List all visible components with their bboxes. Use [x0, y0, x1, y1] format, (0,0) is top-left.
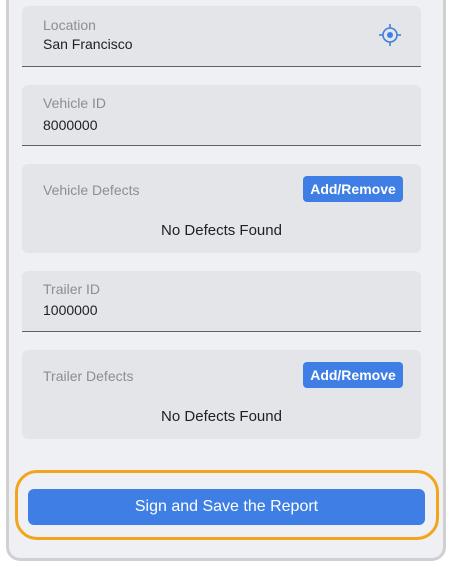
location-value: San Francisco [43, 36, 133, 52]
vehicle-id-value: 8000000 [43, 117, 98, 133]
vehicle-defects-add-remove-button[interactable]: Add/Remove [303, 176, 403, 202]
trailer-defects-add-remove-button[interactable]: Add/Remove [303, 362, 403, 388]
trailer-defects-status: No Defects Found [161, 408, 282, 425]
vehicle-defects-title: Vehicle Defects [43, 182, 140, 198]
crosshair-icon[interactable] [379, 24, 401, 46]
location-label: Location [43, 17, 96, 33]
trailer-id-label: Trailer ID [43, 281, 101, 297]
vehicle-id-label: Vehicle ID [43, 95, 107, 111]
location-field[interactable]: Location San Francisco [22, 6, 421, 67]
sign-and-save-button[interactable]: Sign and Save the Report [28, 489, 425, 525]
vehicle-defects-card: Vehicle Defects Add/Remove No Defects Fo… [22, 164, 421, 253]
vehicle-id-field[interactable]: Vehicle ID 8000000 [22, 85, 421, 146]
vehicle-defects-status: No Defects Found [161, 222, 282, 239]
trailer-id-field[interactable]: Trailer ID 1000000 [22, 271, 421, 332]
trailer-defects-title: Trailer Defects [43, 368, 134, 384]
trailer-defects-card: Trailer Defects Add/Remove No Defects Fo… [22, 350, 421, 439]
trailer-id-value: 1000000 [43, 302, 98, 318]
